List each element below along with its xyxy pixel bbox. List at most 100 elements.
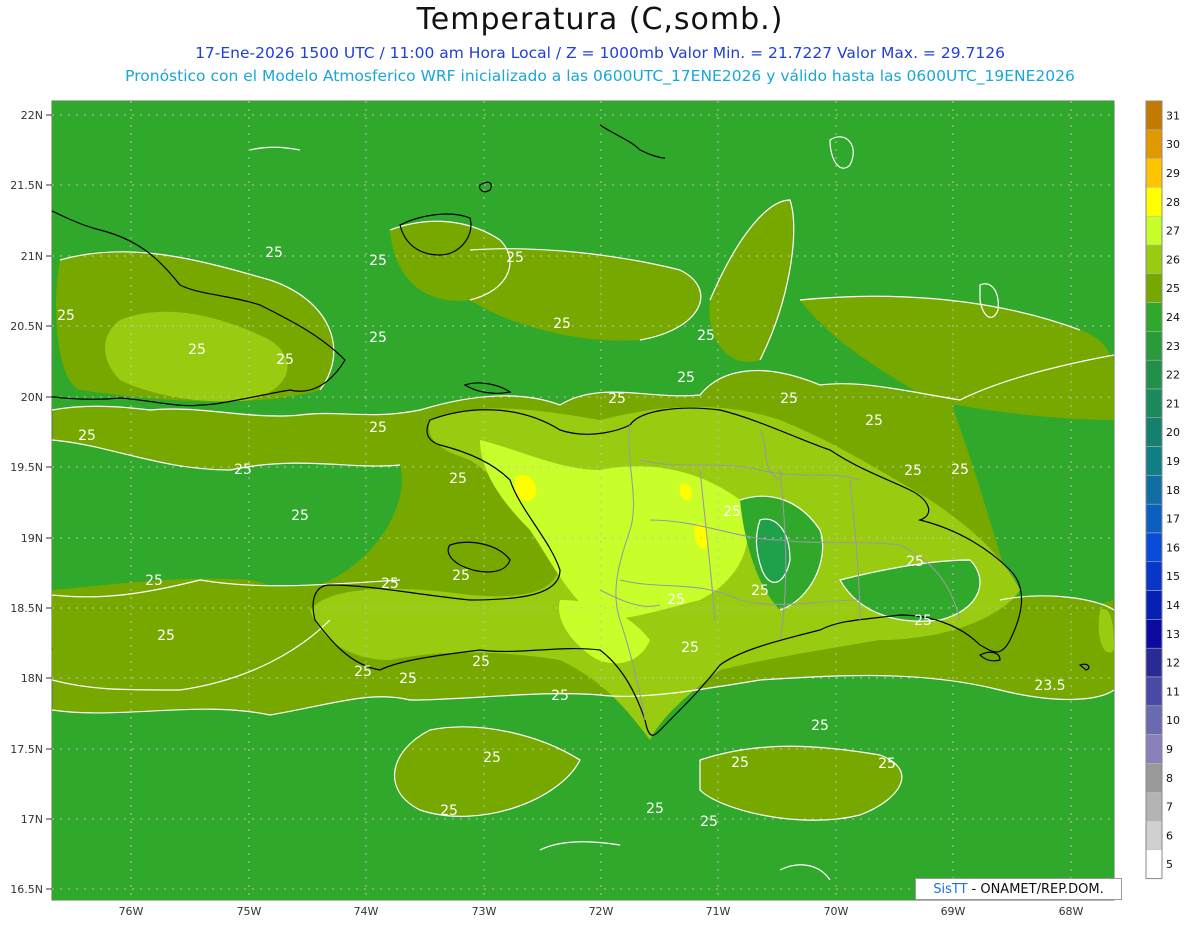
lat-label: 21.5N [10,179,43,192]
longitude-labels: 76W 75W 74W 73W 72W 71W 70W 69W 68W [119,905,1084,918]
colorbar-swatch [1145,331,1163,361]
contour-label: 25 [677,370,695,386]
credit-brand: SisTT [933,881,968,897]
contour-label: 25 [399,671,417,687]
colorbar-label: 13 [1166,628,1180,641]
colorbar-swatch [1145,273,1163,303]
contour-label: 25 [551,688,569,704]
colorbar-swatch [1145,503,1163,534]
colorbar-label: 30 [1166,138,1180,151]
contour-label: 25 [904,463,922,479]
colorbar-swatch [1145,359,1163,390]
temperature-map: 25 25 25 25 25 25 25 25 25 25 25 25 25 25 25 25 25 25 25 25… [10,100,1180,918]
contour-label: 25 [291,508,309,524]
subtitle-model: Pronóstico con el Modelo Atmosferico WRF… [125,67,1075,85]
contour-label: 25 [700,814,718,830]
lat-label: 16.5N [10,883,43,896]
colorbar: 31 30 29 28 27 26 25 24 23 22 21 20 19 18 17 16 15 14 13 12… [1145,100,1180,880]
contour-label: 25 [667,592,685,608]
lat-label: 20N [21,391,43,404]
jamaica-edge [52,648,53,650]
contour-label: 25 [553,316,571,332]
contour-label: 25 [878,756,896,772]
colorbar-label: 9 [1166,743,1173,756]
latitude-labels: 22N 21.5N 21N 20.5N 20N 19.5N 19N 18.5N 18N 17.5N… [10,109,43,896]
contour-label: 25 [354,664,372,680]
contour-label: 25 [452,568,470,584]
lat-label: 17.5N [10,743,43,756]
contour-label: 25 [914,613,932,629]
colorbar-swatch [1145,619,1163,649]
lat-label: 22N [21,109,43,122]
colorbar-swatch [1145,446,1163,476]
colorbar-label: 19 [1166,455,1180,468]
colorbar-swatch [1145,532,1163,563]
colorbar-label: 26 [1166,253,1180,266]
colorbar-label: 29 [1166,167,1180,180]
lon-label: 69W [941,905,966,918]
colorbar-swatch [1145,158,1163,188]
lon-label: 70W [824,905,849,918]
contour-label: 25 [681,640,699,656]
lon-label: 73W [472,905,497,918]
colorbar-swatch [1145,417,1163,447]
colorbar-label: 18 [1166,484,1180,497]
contour-label: 25 [381,576,399,592]
colorbar-swatch [1145,388,1163,419]
contour-label: 25 [472,654,490,670]
colorbar-swatch [1145,647,1163,678]
contour-label: 25 [265,245,283,261]
colorbar-label: 24 [1166,311,1180,324]
credit-box: SisTT - ONAMET/REP.DOM. [915,878,1122,900]
colorbar-swatch [1145,129,1163,159]
lon-label: 75W [237,905,262,918]
contour-label: 25 [751,583,769,599]
contour-label: 25 [906,554,924,570]
contour-label: 25 [78,428,96,444]
contour-label: 25 [811,718,829,734]
lat-label: 20.5N [10,320,43,333]
contour-label: 23.5 [1034,678,1065,694]
credit-org: - ONAMET/REP.DOM. [971,881,1104,897]
lon-label: 72W [589,905,614,918]
lon-label: 74W [354,905,379,918]
colorbar-swatch [1145,590,1163,620]
colorbar-label: 31 [1166,109,1180,122]
contour-label: 25 [646,801,664,817]
contour-label: 25 [449,471,467,487]
colorbar-swatch [1145,244,1163,275]
colorbar-swatch [1145,561,1163,591]
contour-label: 25 [951,462,969,478]
lon-label: 76W [119,905,144,918]
contour-label: 25 [608,391,626,407]
colorbar-label: 12 [1166,657,1180,670]
colorbar-label: 25 [1166,282,1180,295]
colorbar-swatch [1145,820,1163,851]
contour-label: 25 [234,462,252,478]
subtitle-datetime: 17-Ene-2026 1500 UTC / 11:00 am Hora Loc… [195,44,1005,62]
colorbar-label: 23 [1166,340,1180,353]
colorbar-label: 14 [1166,599,1180,612]
colorbar-swatch [1145,187,1163,217]
colorbar-swatch [1145,734,1163,764]
colorbar-label: 21 [1166,397,1180,410]
contour-label: 25 [145,573,163,589]
contour-label: 25 [57,308,75,324]
contour-label: 25 [157,628,175,644]
colorbar-label: 15 [1166,570,1180,583]
colorbar-swatch [1145,100,1163,131]
contour-label: 25 [506,250,524,266]
contour-label: 25 [697,328,715,344]
colorbar-swatch [1145,215,1163,246]
chart-title: Temperatura (C,somb.) [416,2,784,37]
colorbar-swatch [1145,849,1163,879]
contour-label: 25 [276,352,294,368]
lat-label: 19.5N [10,461,43,474]
colorbar-label: 5 [1166,858,1173,871]
contour-label: 25 [188,342,206,358]
lat-label: 17N [21,813,43,826]
contour-label: 25 [723,504,741,520]
lon-label: 71W [706,905,731,918]
contour-label: 25 [483,750,501,766]
contour-label: 25 [369,253,387,269]
